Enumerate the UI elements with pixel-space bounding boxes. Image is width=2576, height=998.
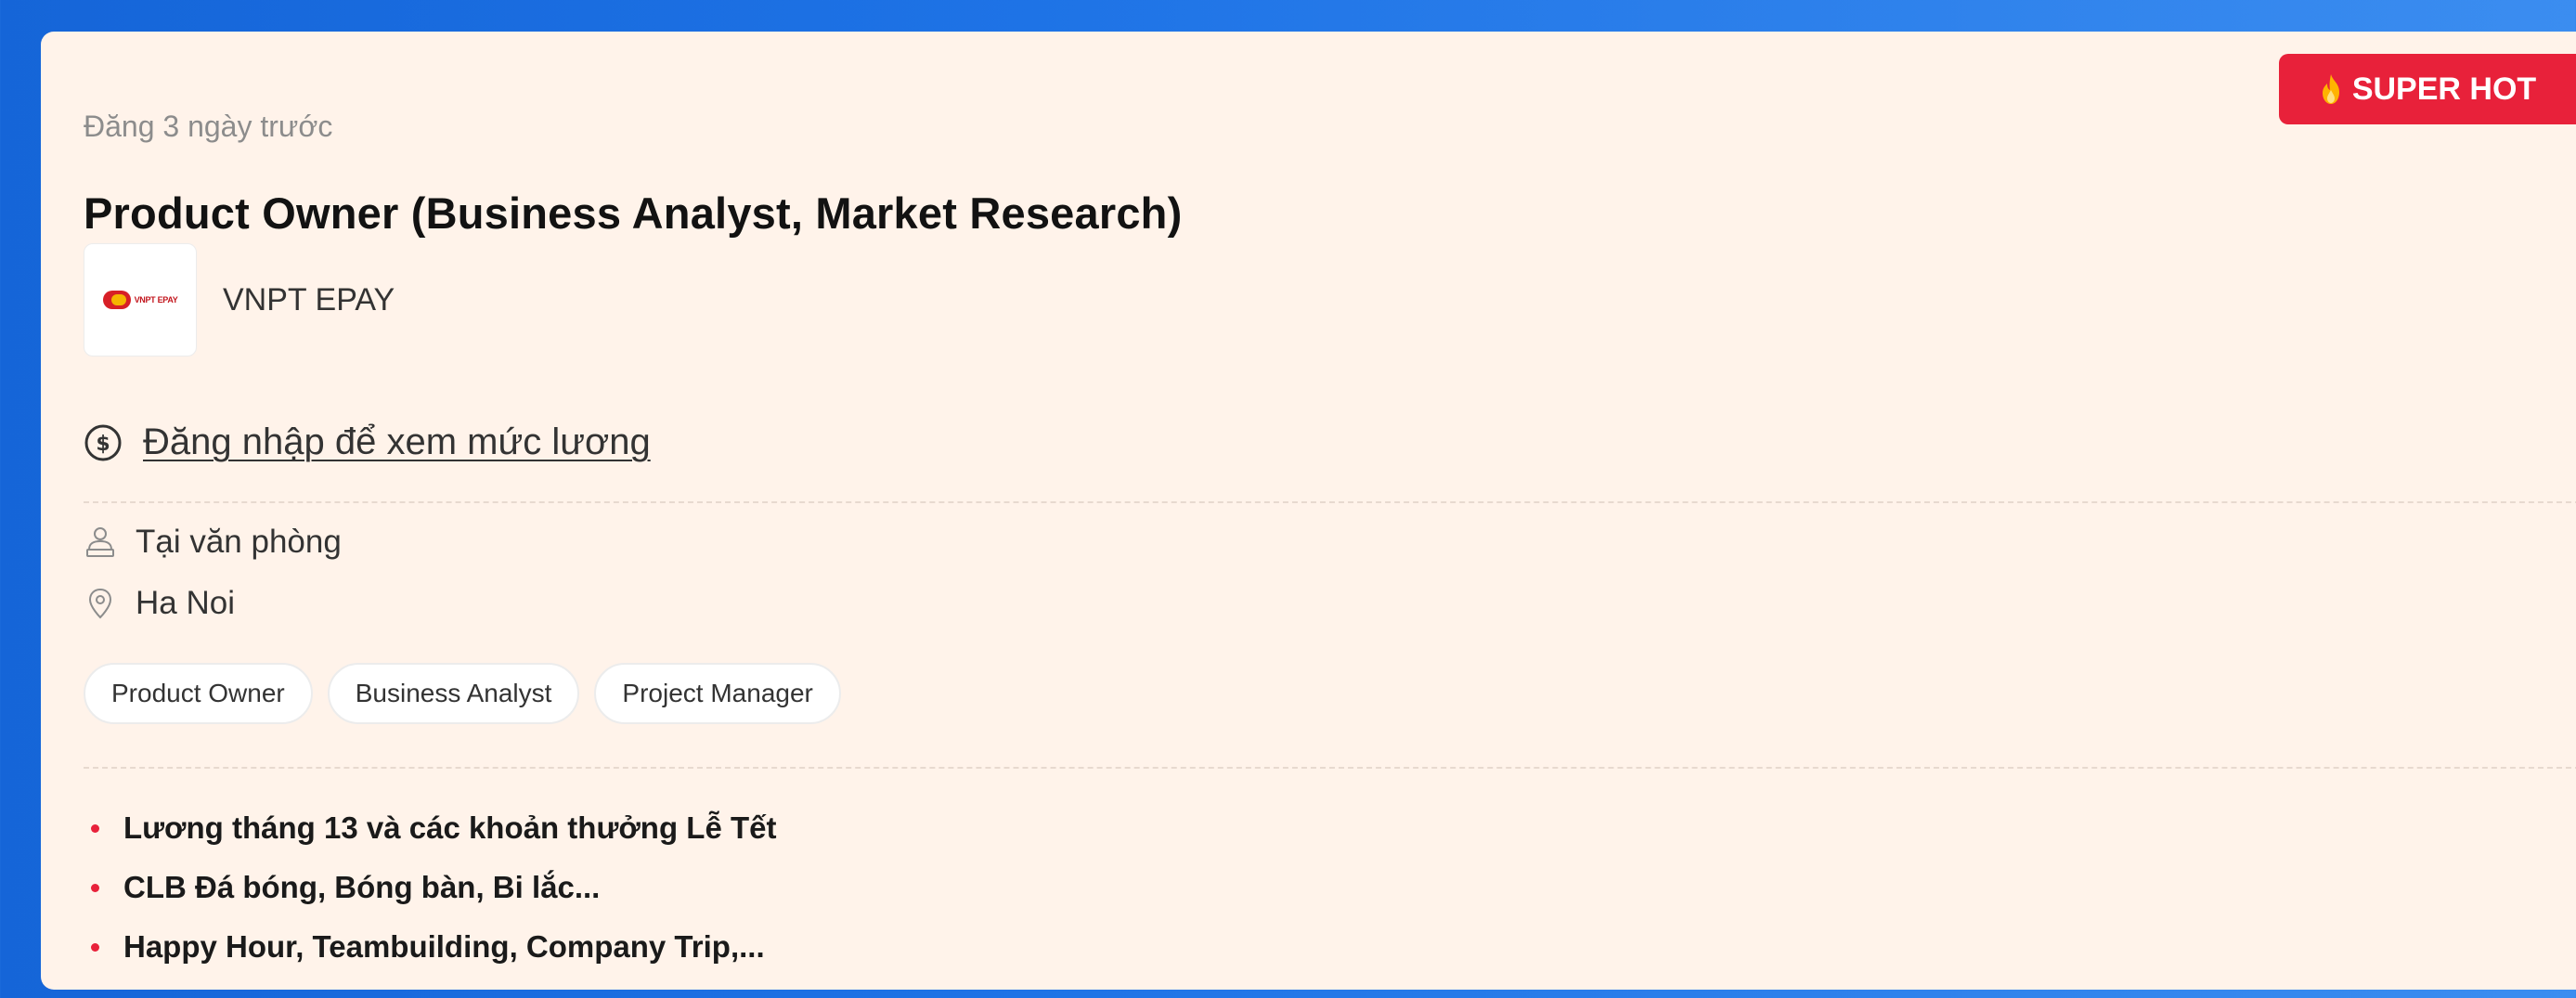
tag-product-owner[interactable]: Product Owner — [84, 663, 313, 724]
work-mode: Tại văn phòng — [84, 524, 342, 561]
list-item: CLB Đá bóng, Bóng bàn, Bi lắc... — [84, 858, 776, 917]
work-mode-label: Tại văn phòng — [136, 524, 342, 560]
fire-icon — [2322, 74, 2339, 104]
bullet-icon — [91, 823, 99, 833]
benefit-text: CLB Đá bóng, Bóng bàn, Bi lắc... — [123, 870, 601, 904]
office-worker-icon — [86, 527, 114, 557]
location-label: Ha Noi — [136, 585, 235, 621]
tag-project-manager[interactable]: Project Manager — [594, 663, 841, 724]
divider — [84, 767, 2576, 769]
benefit-text: Lương tháng 13 và các khoản thưởng Lễ Tế… — [123, 810, 777, 845]
salary-row: $ Đăng nhập để xem mức lương — [84, 421, 651, 463]
company-name[interactable]: VNPT EPAY — [223, 282, 395, 318]
job-card[interactable]: Đăng 3 ngày trước SUPER HOT Product Owne… — [41, 32, 2576, 990]
skill-tags: Product Owner Business Analyst Project M… — [84, 663, 841, 724]
list-item: Happy Hour, Teambuilding, Company Trip,.… — [84, 917, 776, 977]
map-pin-icon — [88, 588, 112, 619]
list-item: Lương tháng 13 và các khoản thưởng Lễ Tế… — [84, 798, 776, 858]
divider — [84, 501, 2576, 503]
location: Ha Noi — [84, 585, 235, 622]
bullet-icon — [91, 942, 99, 952]
badge-label: SUPER HOT — [2351, 71, 2537, 107]
benefits-list: Lương tháng 13 và các khoản thưởng Lễ Tế… — [84, 798, 776, 977]
svg-text:$: $ — [96, 433, 110, 456]
company-logo-text: VNPT EPAY — [134, 295, 178, 305]
posted-time: Đăng 3 ngày trước — [84, 110, 333, 143]
tag-business-analyst[interactable]: Business Analyst — [327, 663, 580, 724]
job-title[interactable]: Product Owner (Business Analyst, Market … — [84, 188, 1182, 239]
company-row: VNPT EPAY VNPT EPAY — [84, 243, 395, 356]
super-hot-badge: SUPER HOT — [2279, 54, 2576, 124]
bullet-icon — [91, 883, 99, 892]
company-logo-mark — [102, 291, 131, 309]
dollar-circle-icon: $ — [84, 424, 122, 460]
benefit-text: Happy Hour, Teambuilding, Company Trip,.… — [123, 929, 765, 964]
company-logo[interactable]: VNPT EPAY — [84, 243, 197, 356]
login-to-view-salary-link[interactable]: Đăng nhập để xem mức lương — [143, 421, 651, 463]
